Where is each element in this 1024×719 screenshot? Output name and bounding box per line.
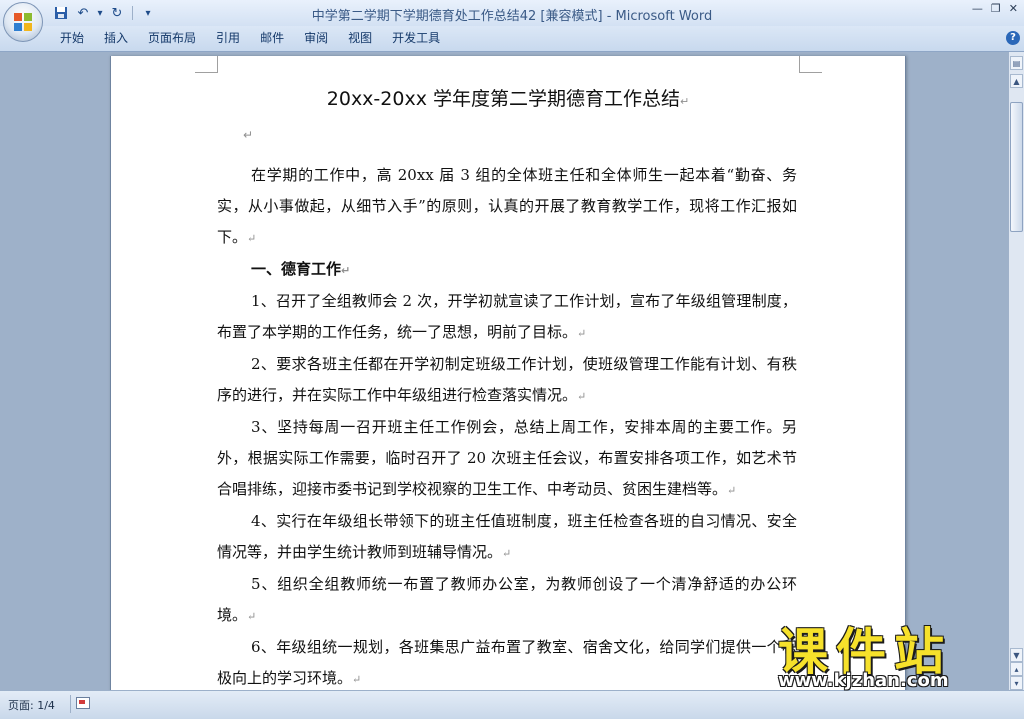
scrollbar-thumb[interactable] xyxy=(1010,102,1023,232)
document-page[interactable]: 20xx-20xx 学年度第二学期德育工作总结↵ ↵ 在学期的工作中，高 20x… xyxy=(110,56,906,690)
tab-review[interactable]: 审阅 xyxy=(294,26,338,51)
ruler-toggle-icon[interactable]: ▤ xyxy=(1010,56,1023,70)
empty-paragraph[interactable]: ↵ xyxy=(243,128,253,142)
help-icon[interactable]: ? xyxy=(1006,31,1020,45)
close-icon[interactable]: ✕ xyxy=(1009,2,1018,15)
crop-mark-top-left xyxy=(195,56,218,73)
restore-icon[interactable]: ❐ xyxy=(991,2,1001,15)
tab-home[interactable]: 开始 xyxy=(50,26,94,51)
watermark-url: www.kjzhan.com xyxy=(778,670,949,691)
paragraph-mark: ↵ xyxy=(680,95,690,108)
tab-view[interactable]: 视图 xyxy=(338,26,382,51)
proofing-icon[interactable] xyxy=(76,697,90,709)
paragraph-item-3[interactable]: 3、坚持每周一召开班主任工作例会，总结上周工作，安排本周的主要工作。另外，根据实… xyxy=(217,412,797,506)
section-heading[interactable]: 一、德育工作↵ xyxy=(217,254,797,286)
paragraph-item-5[interactable]: 5、组织全组教师统一布置了教师办公室，为教师创设了一个清净舒适的办公环境。↵ xyxy=(217,569,797,632)
crop-mark-top-right xyxy=(799,56,822,73)
status-separator xyxy=(70,695,71,713)
scroll-up-icon[interactable]: ▲ xyxy=(1010,74,1023,88)
vertical-scrollbar[interactable]: ▤ ▲ ▼ ▴ ▾ xyxy=(1008,52,1024,690)
document-body[interactable]: 在学期的工作中，高 20xx 届 3 组的全体班主任和全体师生一起本着“勤奋、务… xyxy=(217,160,797,690)
document-title-text: 20xx-20xx 学年度第二学期德育工作总结 xyxy=(326,88,680,110)
paragraph-item-6[interactable]: 6、年级组统一规划，各班集思广益布置了教室、宿舍文化，给同学们提供一个积极向上的… xyxy=(217,632,797,690)
document-title[interactable]: 20xx-20xx 学年度第二学期德育工作总结↵ xyxy=(111,84,905,111)
tab-page-layout[interactable]: 页面布局 xyxy=(138,26,206,51)
office-button[interactable] xyxy=(3,2,43,42)
watermark: 课件站 www.kjzhan.com xyxy=(772,612,1012,694)
paragraph-intro[interactable]: 在学期的工作中，高 20xx 届 3 组的全体班主任和全体师生一起本着“勤奋、务… xyxy=(217,160,797,254)
ribbon-tabs: 开始 插入 页面布局 引用 邮件 审阅 视图 开发工具 ? xyxy=(0,26,1024,52)
status-bar: 页面: 1/4 xyxy=(0,690,1024,719)
document-workspace: 20xx-20xx 学年度第二学期德育工作总结↵ ↵ 在学期的工作中，高 20x… xyxy=(0,52,1008,690)
page-count[interactable]: 页面: 1/4 xyxy=(8,697,55,713)
window-controls: — ❐ ✕ xyxy=(972,2,1018,15)
tab-developer[interactable]: 开发工具 xyxy=(382,26,450,51)
minimize-icon[interactable]: — xyxy=(972,2,983,15)
paragraph-item-2[interactable]: 2、要求各班主任都在开学初制定班级工作计划，使班级管理工作能有计划、有秩序的进行… xyxy=(217,349,797,412)
tab-references[interactable]: 引用 xyxy=(206,26,250,51)
window-title: 中学第二学期下学期德育处工作总结42 [兼容模式] - Microsoft Wo… xyxy=(311,9,713,24)
tab-mailings[interactable]: 邮件 xyxy=(250,26,294,51)
paragraph-item-4[interactable]: 4、实行在年级组长带领下的班主任值班制度，班主任检查各班的自习情况、安全情况等，… xyxy=(217,506,797,569)
paragraph-item-1[interactable]: 1、召开了全组教师会 2 次，开学初就宣读了工作计划，宣布了年级组管理制度，布置… xyxy=(217,286,797,349)
tab-insert[interactable]: 插入 xyxy=(94,26,138,51)
title-bar: ↶ ▾ ↻ ▾ 中学第二学期下学期德育处工作总结42 [兼容模式] - Micr… xyxy=(0,0,1024,26)
office-logo-icon xyxy=(14,13,32,31)
